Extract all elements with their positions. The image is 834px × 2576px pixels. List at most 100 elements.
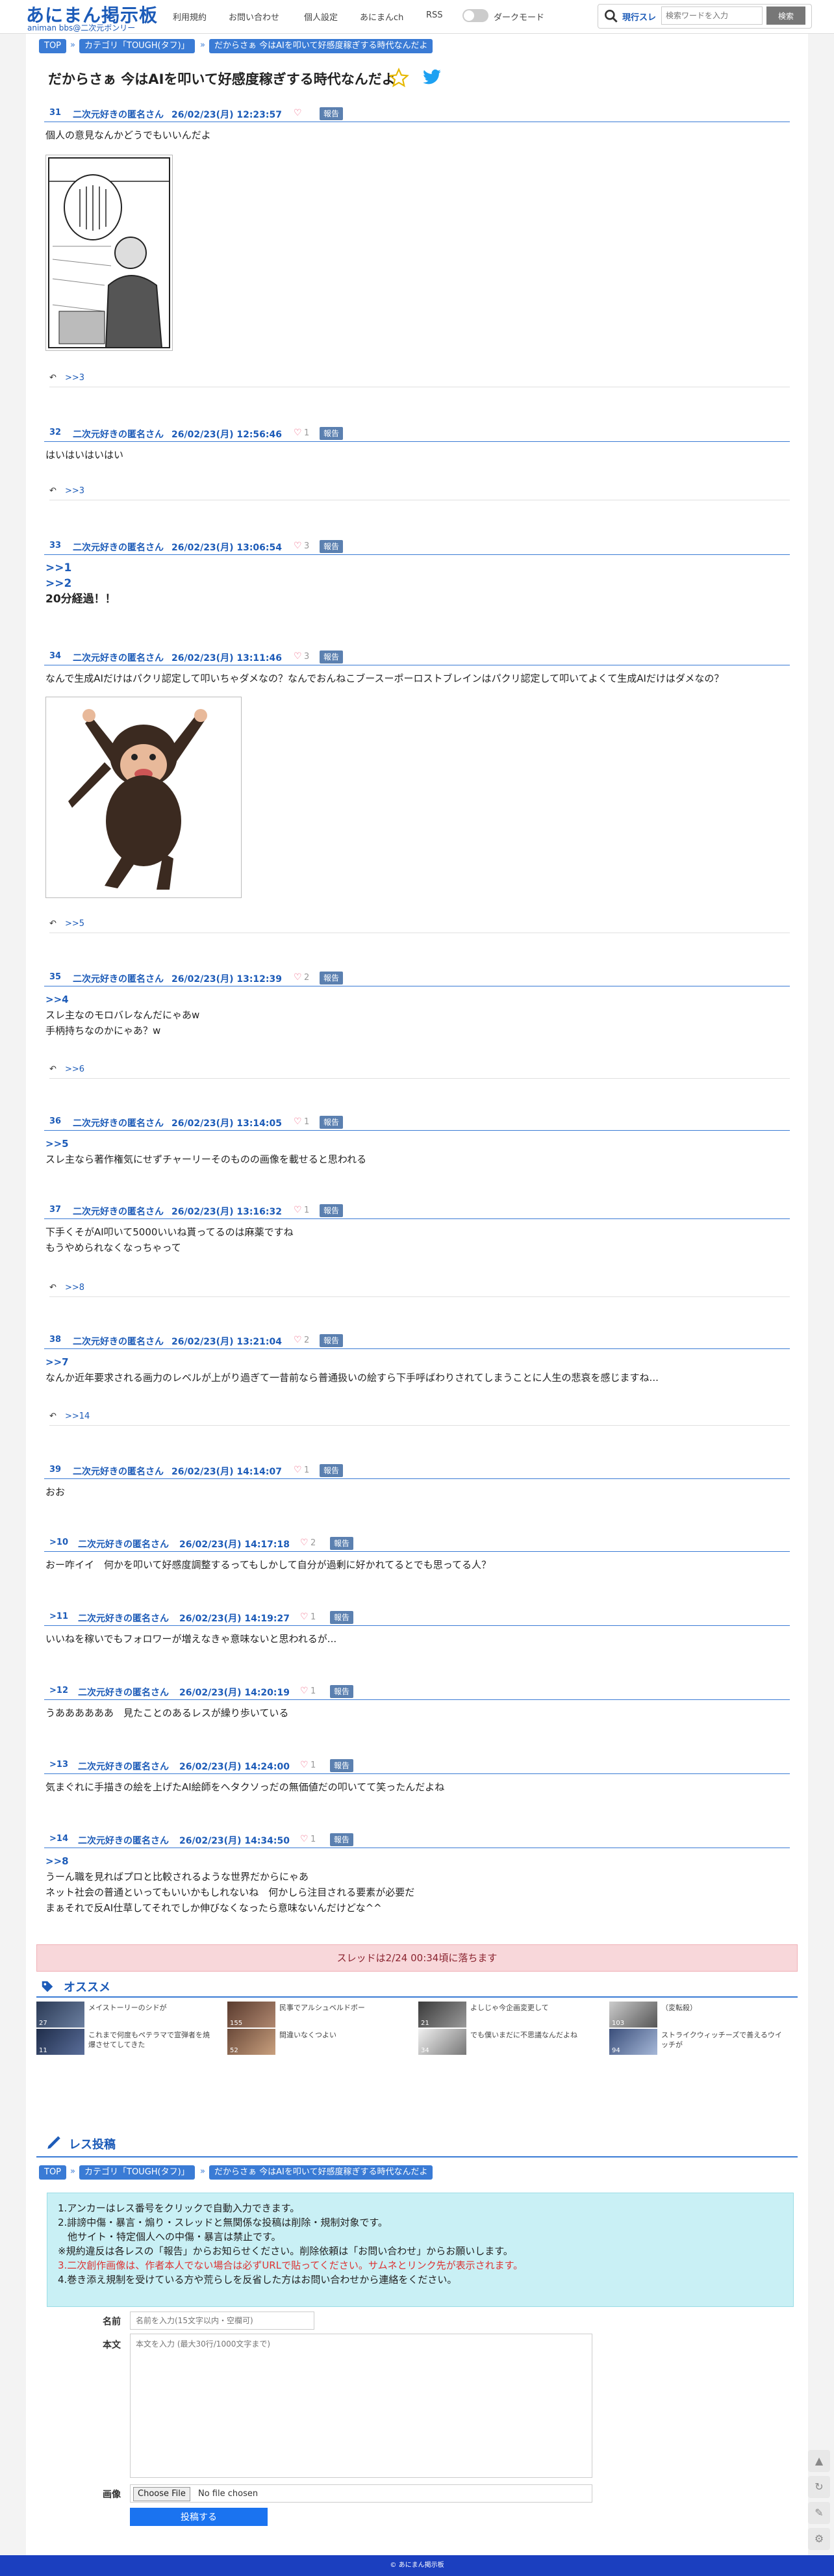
report-button[interactable]: 報告 [330,1685,354,1698]
reply-anchor-link[interactable]: >>3 [65,373,84,383]
submit-post-button[interactable]: 投稿する [130,2508,268,2526]
reply-anchor-link[interactable]: >>3 [65,486,84,496]
report-button[interactable]: 報告 [320,650,344,663]
post-date: 26/02/23(月) 13:16:32 [171,1207,282,1217]
heart-icon[interactable]: ♡ [300,1538,309,1548]
report-button[interactable]: 報告 [330,1611,354,1624]
report-button[interactable]: 報告 [320,107,344,120]
post-number[interactable]: 38 [49,1335,61,1345]
breadcrumb-top[interactable]: TOP [39,2165,67,2180]
body-textarea[interactable] [130,2334,592,2478]
heart-icon[interactable]: ♡ [294,651,302,662]
reply-anchor-link[interactable]: >>8 [65,1283,84,1293]
reload-icon[interactable]: ↻ [808,2476,830,2498]
recommend-item[interactable]: 52 間違いなくつよい [227,2029,404,2055]
anchor-link[interactable]: >>1 [45,560,790,576]
post-number[interactable]: >13 [49,1760,68,1770]
report-button[interactable]: 報告 [330,1537,354,1550]
post-date: 26/02/23(月) 14:34:50 [179,1836,290,1846]
recommend-item[interactable]: 94 ストライクウィッチーズで善えるウイッチが [609,2029,786,2055]
anchor-link[interactable]: >>7 [45,1354,790,1370]
scroll-top-icon[interactable]: ▲ [808,2450,830,2472]
nav-animanch[interactable]: あにまんch [360,10,403,23]
nav-settings[interactable]: 個人設定 [304,10,338,23]
post-number[interactable]: >11 [49,1612,68,1621]
heart-icon[interactable]: ♡ [294,1205,302,1215]
choose-file-button[interactable]: Choose File [133,2487,190,2501]
recommend-item[interactable]: 11 これまで何度もペテラマで宣弾者を焼爆させてしてきた [36,2029,213,2055]
recommend-item[interactable]: 27 メイストーリーのシドが [36,2002,213,2028]
recommend-item[interactable]: 21 よしじゃ今企画変更して [418,2002,595,2028]
heart-icon[interactable]: ♡ [294,428,302,438]
breadcrumb-top[interactable]: TOP [39,39,67,53]
search-scope-label[interactable]: 現行スレ [622,10,656,23]
reply-anchor-link[interactable]: >>14 [65,1411,90,1421]
post-number[interactable]: 39 [49,1465,61,1475]
nav-terms[interactable]: 利用規約 [173,10,207,23]
post-number[interactable]: 34 [49,651,61,661]
report-button[interactable]: 報告 [320,540,344,553]
like-count: 1 [310,1612,316,1622]
post-number[interactable]: 36 [49,1116,61,1126]
post-number[interactable]: >14 [49,1834,68,1844]
report-button[interactable]: 報告 [320,1464,344,1477]
anchor-link[interactable]: >>5 [45,1136,790,1152]
recommend-item[interactable]: 155 民事でアルシュベルドボー [227,2002,404,2028]
heart-icon[interactable]: ♡ [300,1686,309,1696]
heart-icon[interactable]: ♡ [294,108,302,118]
reply-anchor-link[interactable]: >>5 [65,919,84,929]
star-icon[interactable] [388,68,409,88]
heart-icon[interactable]: ♡ [294,541,302,551]
settings-gear-icon[interactable]: ⚙ [808,2528,830,2550]
search-button[interactable]: 検索 [766,6,805,25]
twitter-icon[interactable] [421,68,443,87]
report-button[interactable]: 報告 [320,427,344,440]
heart-icon[interactable]: ♡ [300,1834,309,1844]
report-button[interactable]: 報告 [330,1759,354,1772]
post-image-chimp[interactable] [45,697,242,898]
breadcrumb-category[interactable]: カテゴリ「TOUGH(タフ)」 [79,39,195,53]
anchor-link[interactable]: >>2 [45,576,790,591]
report-button[interactable]: 報告 [330,1833,354,1846]
post-number[interactable]: 37 [49,1205,61,1215]
post-image-manga[interactable] [45,155,173,351]
report-button[interactable]: 報告 [320,972,344,985]
nav-rss[interactable]: RSS [426,10,443,20]
recommend-item[interactable]: 103 （変転殺） [609,2002,786,2028]
report-button[interactable]: 報告 [320,1334,344,1347]
thread-title: だからさぁ 今はAIを叩いて好感度稼ぎする時代なんだよ [48,71,396,87]
report-button[interactable]: 報告 [320,1204,344,1217]
heart-icon[interactable]: ♡ [294,972,302,983]
post-number[interactable]: >12 [49,1686,68,1695]
heart-icon[interactable]: ♡ [294,1116,302,1127]
post-number[interactable]: 31 [49,108,61,118]
body-label: 本文 [103,2340,121,2351]
post-number[interactable]: >10 [49,1538,68,1547]
nav-contact[interactable]: お問い合わせ [229,10,279,23]
heart-icon[interactable]: ♡ [300,1760,309,1770]
post-number[interactable]: 32 [49,428,61,437]
write-icon[interactable]: ✎ [808,2502,830,2524]
anchor-link[interactable]: >>4 [45,992,790,1007]
name-input[interactable] [130,2312,314,2330]
heart-icon[interactable]: ♡ [294,1465,302,1475]
post-number[interactable]: 35 [49,972,61,982]
like-count: 2 [304,1335,310,1345]
heart-icon[interactable]: ♡ [300,1612,309,1622]
image-file-input[interactable]: Choose File No file chosen [130,2484,592,2503]
breadcrumb-category[interactable]: カテゴリ「TOUGH(タフ)」 [79,2165,195,2180]
post-header: 31 二次元好きの匿名さん 26/02/23(月) 12:23:57 ♡ 報告 [44,107,790,122]
reply-anchor-link[interactable]: >>6 [65,1064,84,1074]
recommend-item[interactable]: 34 でも僕いまだに不思議なんだよね [418,2029,595,2055]
breadcrumb-thread[interactable]: だからさぁ 今はAIを叩いて好感度稼ぎする時代なんだよ [209,2165,433,2180]
dark-mode-toggle[interactable] [462,9,488,22]
heart-icon[interactable]: ♡ [294,1335,302,1345]
post-12: >12 二次元好きの匿名さん 26/02/23(月) 14:20:19 ♡ 1 … [44,1684,790,1721]
search-input[interactable] [661,6,763,25]
breadcrumb-thread[interactable]: だからさぁ 今はAIを叩いて好感度稼ぎする時代なんだよ [209,39,433,53]
anchor-link[interactable]: >>8 [45,1853,790,1869]
tag-icon [42,1981,53,1992]
post-number[interactable]: 33 [49,541,61,550]
like-count: 1 [304,428,310,438]
report-button[interactable]: 報告 [320,1116,344,1129]
